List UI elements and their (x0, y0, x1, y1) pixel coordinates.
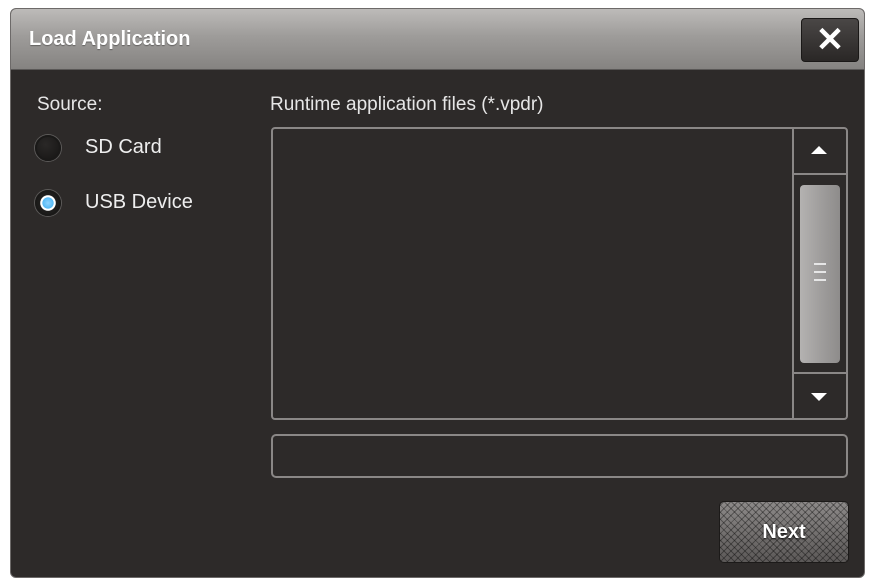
dialog-titlebar: Load Application ✕ (11, 9, 864, 70)
load-application-dialog: Load Application ✕ Source: SD Card USB D… (10, 8, 865, 578)
radio-sd-card-label: SD Card (85, 136, 162, 158)
close-icon: ✕ (815, 21, 845, 59)
arrow-up-icon (811, 146, 827, 154)
radio-sd-card-indicator[interactable] (35, 135, 61, 161)
close-button[interactable]: ✕ (801, 18, 859, 62)
scroll-up-button[interactable] (794, 129, 846, 175)
source-label: Source: (37, 94, 103, 115)
next-button[interactable]: Next (719, 501, 849, 563)
arrow-down-icon (811, 393, 827, 401)
file-list-scrollbar[interactable] (792, 129, 846, 418)
scroll-down-button[interactable] (794, 372, 846, 418)
selected-file-field[interactable] (271, 434, 848, 478)
dialog-title: Load Application (29, 28, 191, 50)
scroll-thumb[interactable] (800, 185, 840, 363)
file-list[interactable] (271, 127, 848, 420)
radio-usb-device-indicator[interactable] (35, 190, 61, 216)
radio-usb-device[interactable]: USB Device (35, 188, 235, 220)
files-label: Runtime application files (*.vpdr) (270, 94, 544, 115)
radio-sd-card[interactable]: SD Card (35, 133, 235, 165)
grip-icon (814, 263, 826, 285)
radio-usb-device-label: USB Device (85, 191, 193, 213)
